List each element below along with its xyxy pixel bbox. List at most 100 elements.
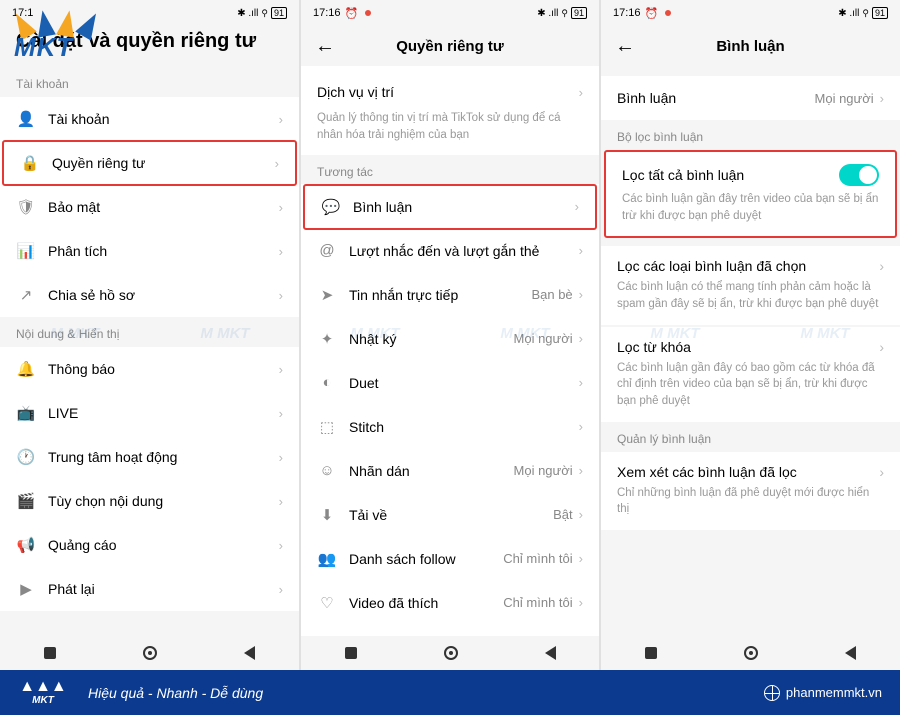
- chevron-right-icon: ›: [279, 112, 283, 127]
- footer-banner: ▲▲▲ MKT Hiệu quả - Nhanh - Dễ dùng phanm…: [0, 670, 900, 715]
- chevron-right-icon: ›: [579, 85, 583, 100]
- clock-icon: 🕐: [16, 448, 36, 466]
- row-comment-who[interactable]: Bình luậnMọi người›: [601, 76, 900, 120]
- chevron-right-icon: ›: [579, 287, 583, 302]
- footer-logo: ▲▲▲ MKT: [18, 679, 68, 706]
- row-notifications[interactable]: 🔔Thông báo›: [0, 347, 299, 391]
- screen-comments: 17:16⏰ ✱ .ıll ⚲ 91 ← Bình luận Bình luận…: [600, 0, 900, 670]
- chevron-right-icon: ›: [579, 507, 583, 522]
- stitch-icon: ⬚: [317, 418, 337, 436]
- header-title: Bình luận: [716, 38, 784, 55]
- row-ads[interactable]: 📢Quảng cáo›: [0, 523, 299, 567]
- alarm-icon: ⏰: [345, 7, 359, 20]
- back-button[interactable]: ←: [315, 35, 335, 58]
- row-playback[interactable]: ▶Phát lại›: [0, 567, 299, 611]
- section-manage-label: Quản lý bình luận: [601, 422, 900, 452]
- sparkle-icon: ✦: [317, 330, 337, 348]
- person-icon: 👤: [16, 110, 36, 128]
- chevron-right-icon: ›: [275, 156, 279, 171]
- chevron-right-icon: ›: [579, 243, 583, 258]
- block-filter-keyword[interactable]: Lọc từ khóa › Các bình luận gần đây có ba…: [601, 327, 900, 422]
- footer-url: phanmemmkt.vn: [764, 685, 882, 701]
- chart-icon: 📊: [16, 242, 36, 260]
- filter-keyword-desc: Các bình luận gần đây có bao gồm các từ …: [617, 360, 884, 410]
- chevron-right-icon: ›: [879, 339, 884, 355]
- row-content-prefs[interactable]: 🎬Tùy chọn nội dung›: [0, 479, 299, 523]
- block-review[interactable]: Xem xét các bình luận đã lọc› Chỉ những …: [601, 452, 900, 530]
- row-mentions[interactable]: @Lượt nhắc đến và lượt gắn thẻ›: [301, 229, 599, 273]
- live-icon: 📺: [16, 404, 36, 422]
- chevron-right-icon: ›: [279, 244, 283, 259]
- section-interaction-label: Tương tác: [301, 155, 599, 185]
- chevron-right-icon: ›: [279, 538, 283, 553]
- row-story[interactable]: ✦Nhật kýMọi người›: [301, 317, 599, 361]
- nav-recent-icon[interactable]: [44, 647, 56, 659]
- row-comments[interactable]: 💬Bình luận›: [303, 184, 597, 230]
- android-nav-bar: [301, 636, 599, 670]
- filter-keyword-title: Lọc từ khóa: [617, 339, 691, 355]
- chevron-right-icon: ›: [279, 406, 283, 421]
- filter-selected-title: Lọc các loại bình luận đã chọn: [617, 258, 806, 274]
- chevron-right-icon: ›: [879, 258, 884, 274]
- row-stitch[interactable]: ⬚Stitch›: [301, 405, 599, 449]
- screen-privacy: 17:16 ⏰ ✱ .ıll ⚲ 91 ← Quyền riêng tư Dịch…: [300, 0, 600, 670]
- comment-icon: 💬: [321, 198, 341, 216]
- block-filter-selected[interactable]: Lọc các loại bình luận đã chọn› Các bình…: [601, 246, 900, 324]
- nav-home-icon[interactable]: [143, 646, 157, 660]
- row-download[interactable]: ⬇Tải vềBật›: [301, 493, 599, 537]
- back-button[interactable]: ←: [615, 35, 635, 58]
- heart-icon: ♡: [317, 594, 337, 612]
- row-account[interactable]: 👤Tài khoản›: [0, 97, 299, 141]
- nav-home-icon[interactable]: [744, 646, 758, 660]
- status-time: 17:16: [313, 7, 341, 19]
- alarm-icon: ⏰: [645, 7, 659, 20]
- chevron-right-icon: ›: [279, 450, 283, 465]
- row-followlist[interactable]: 👥Danh sách followChỉ mình tôi›: [301, 537, 599, 581]
- chevron-right-icon: ›: [579, 375, 583, 390]
- chevron-right-icon: ›: [279, 288, 283, 303]
- row-liked[interactable]: ♡Video đã thíchChỉ mình tôi›: [301, 581, 599, 625]
- nav-recent-icon[interactable]: [345, 647, 357, 659]
- chevron-right-icon: ›: [879, 464, 884, 480]
- row-live[interactable]: 📺LIVE›: [0, 391, 299, 435]
- chevron-right-icon: ›: [579, 551, 583, 566]
- row-activity-center[interactable]: 🕐Trung tâm hoạt động›: [0, 435, 299, 479]
- page-title: Cài đặt và quyền riêng tư: [0, 26, 299, 67]
- review-title: Xem xét các bình luận đã lọc: [617, 464, 797, 480]
- screen-settings: 17:1 ✱ .ıll ⚲ 91 Cài đặt và quyền riêng …: [0, 0, 300, 670]
- status-bar: 17:16 ⏰ ✱ .ıll ⚲ 91: [301, 0, 599, 26]
- row-privacy[interactable]: 🔒Quyền riêng tư›: [2, 140, 297, 186]
- record-icon: [365, 10, 371, 16]
- megaphone-icon: 📢: [16, 536, 36, 554]
- nav-back-icon[interactable]: [845, 646, 856, 660]
- android-nav-bar: [0, 636, 299, 670]
- section-account-label: Tài khoản: [0, 67, 299, 97]
- row-dm[interactable]: ➤Tin nhắn trực tiếpBạn bè›: [301, 273, 599, 317]
- filter-all-desc: Các bình luận gần đây trên video của bạn…: [622, 191, 879, 224]
- video-icon: 🎬: [16, 492, 36, 510]
- filter-all-toggle[interactable]: [839, 164, 879, 186]
- location-desc: Quản lý thông tin vị trí mà TikTok sử dụ…: [301, 110, 599, 155]
- row-duet[interactable]: ◐Duet›: [301, 361, 599, 405]
- status-icons: ✱ .ıll ⚲ 91: [537, 7, 587, 19]
- status-icons: ✱ .ıll ⚲ 91: [237, 7, 287, 19]
- header-title: Quyền riêng tư: [396, 38, 504, 55]
- row-location[interactable]: Dịch vụ vị trí›: [301, 66, 599, 110]
- shield-icon: 🛡: [16, 198, 36, 216]
- block-filter-all[interactable]: Lọc tất cả bình luận Các bình luận gần đ…: [604, 150, 897, 238]
- nav-back-icon[interactable]: [545, 646, 556, 660]
- row-share-profile[interactable]: ↗Chia sẻ hồ sơ›: [0, 273, 299, 317]
- chevron-right-icon: ›: [579, 595, 583, 610]
- android-nav-bar: [601, 636, 900, 670]
- nav-home-icon[interactable]: [444, 646, 458, 660]
- header: ← Quyền riêng tư: [301, 26, 599, 66]
- send-icon: ➤: [317, 286, 337, 304]
- download-icon: ⬇: [317, 506, 337, 524]
- nav-recent-icon[interactable]: [645, 647, 657, 659]
- row-analytics[interactable]: 📊Phân tích›: [0, 229, 299, 273]
- row-security[interactable]: 🛡Bảo mật›: [0, 185, 299, 229]
- row-sticker[interactable]: ☺Nhãn dánMọi người›: [301, 449, 599, 493]
- nav-back-icon[interactable]: [244, 646, 255, 660]
- header: ← Bình luận: [601, 26, 900, 66]
- chevron-right-icon: ›: [880, 91, 884, 106]
